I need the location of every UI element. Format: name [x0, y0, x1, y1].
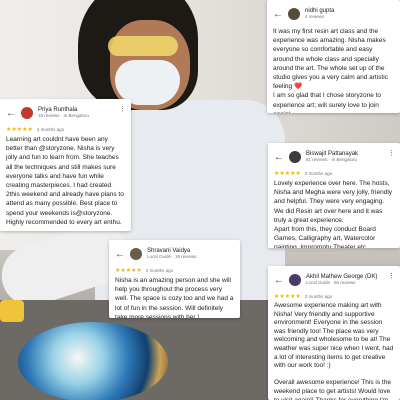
star-rating: ★★★★★: [274, 294, 301, 300]
reviewer-info: Priya Runthala 16 reviews · In Bengaluru: [38, 107, 89, 119]
review-card-shravani: ← Shravani Vaidya Local Guide · 16 revie…: [109, 240, 240, 318]
review-time: 3 months ago: [304, 171, 333, 176]
review-time: 2 months ago: [304, 294, 333, 299]
reviewer-info: Shravani Vaidya Local Guide · 16 reviews: [147, 248, 197, 260]
reviewer-meta: 4 reviews: [305, 14, 325, 20]
avatar: [289, 274, 301, 286]
star-rating: ★★★★★: [274, 171, 301, 177]
review-time: 4 months ago: [36, 127, 65, 132]
reviewer-meta: Local Guide · 16 reviews: [147, 254, 197, 260]
review-text: It was my first resin art class and the …: [273, 28, 388, 113]
arrow-left-icon[interactable]: ←: [115, 249, 125, 260]
more-vert-icon[interactable]: ⋮: [388, 149, 395, 157]
reviewer-info: Biswajit Pattanayak 61 reviews · In Beng…: [306, 151, 358, 163]
review-rating: ★★★★★ 2 months ago: [274, 293, 394, 300]
star-rating: ★★★★★: [115, 268, 142, 274]
review-text: Lovely experience over here. The hosts, …: [274, 180, 393, 248]
review-card-biswajit: ⋮ ← Biswajit Pattanayak 61 reviews · In …: [268, 143, 400, 248]
more-vert-icon[interactable]: ⋮: [119, 105, 126, 113]
reviewer-meta: 61 reviews · In Bengaluru: [306, 157, 358, 163]
review-header: ← Biswajit Pattanayak 61 reviews · In Be…: [274, 147, 394, 167]
review-rating: ★★★★★ 4 months ago: [6, 126, 125, 133]
review-card-nidhi: ← nidhi gupta 4 reviews It was my first …: [267, 0, 400, 113]
review-header: ← Shravani Vaidya Local Guide · 16 revie…: [115, 244, 234, 264]
star-rating: ★★★★★: [6, 127, 33, 133]
reviewer-info: Akhil Mathew George (DK) Local Guide · 5…: [306, 274, 377, 286]
pigment-cup: [0, 300, 24, 322]
resin-artwork: [18, 322, 168, 400]
arrow-left-icon[interactable]: ←: [274, 275, 284, 286]
review-card-priya: ⋮ ← Priya Runthala 16 reviews · In Benga…: [0, 99, 131, 231]
review-text: Learning art couldnt have been any bette…: [6, 136, 124, 226]
review-rating: ★★★★★ 2 months ago: [115, 267, 234, 274]
more-vert-icon[interactable]: ⋮: [388, 272, 395, 280]
avatar: [289, 151, 301, 163]
avatar: [21, 107, 33, 119]
arrow-left-icon[interactable]: ←: [6, 108, 16, 119]
review-text: Awesome experience making art with Nisha…: [274, 302, 394, 400]
reviewer-info: nidhi gupta 4 reviews: [305, 8, 334, 20]
review-rating: ★★★★★ 3 months ago: [274, 170, 394, 177]
arrow-left-icon[interactable]: ←: [273, 9, 283, 20]
review-time: 2 months ago: [145, 268, 174, 273]
arrow-left-icon[interactable]: ←: [274, 152, 284, 163]
review-card-akhil: ⋮ ← Akhil Mathew George (DK) Local Guide…: [268, 266, 400, 400]
avatar: [130, 248, 142, 260]
review-header: ← Priya Runthala 16 reviews · In Bengalu…: [6, 103, 125, 123]
review-header: ← nidhi gupta 4 reviews: [273, 4, 394, 24]
review-header: ← Akhil Mathew George (DK) Local Guide ·…: [274, 270, 394, 290]
reviewer-meta: 16 reviews · In Bengaluru: [38, 113, 90, 119]
review-text: Nisha is an amazing person and she will …: [115, 277, 234, 318]
safety-goggles: [108, 36, 178, 56]
avatar: [288, 8, 300, 20]
reviewer-meta: Local Guide · 56 reviews: [306, 280, 356, 286]
